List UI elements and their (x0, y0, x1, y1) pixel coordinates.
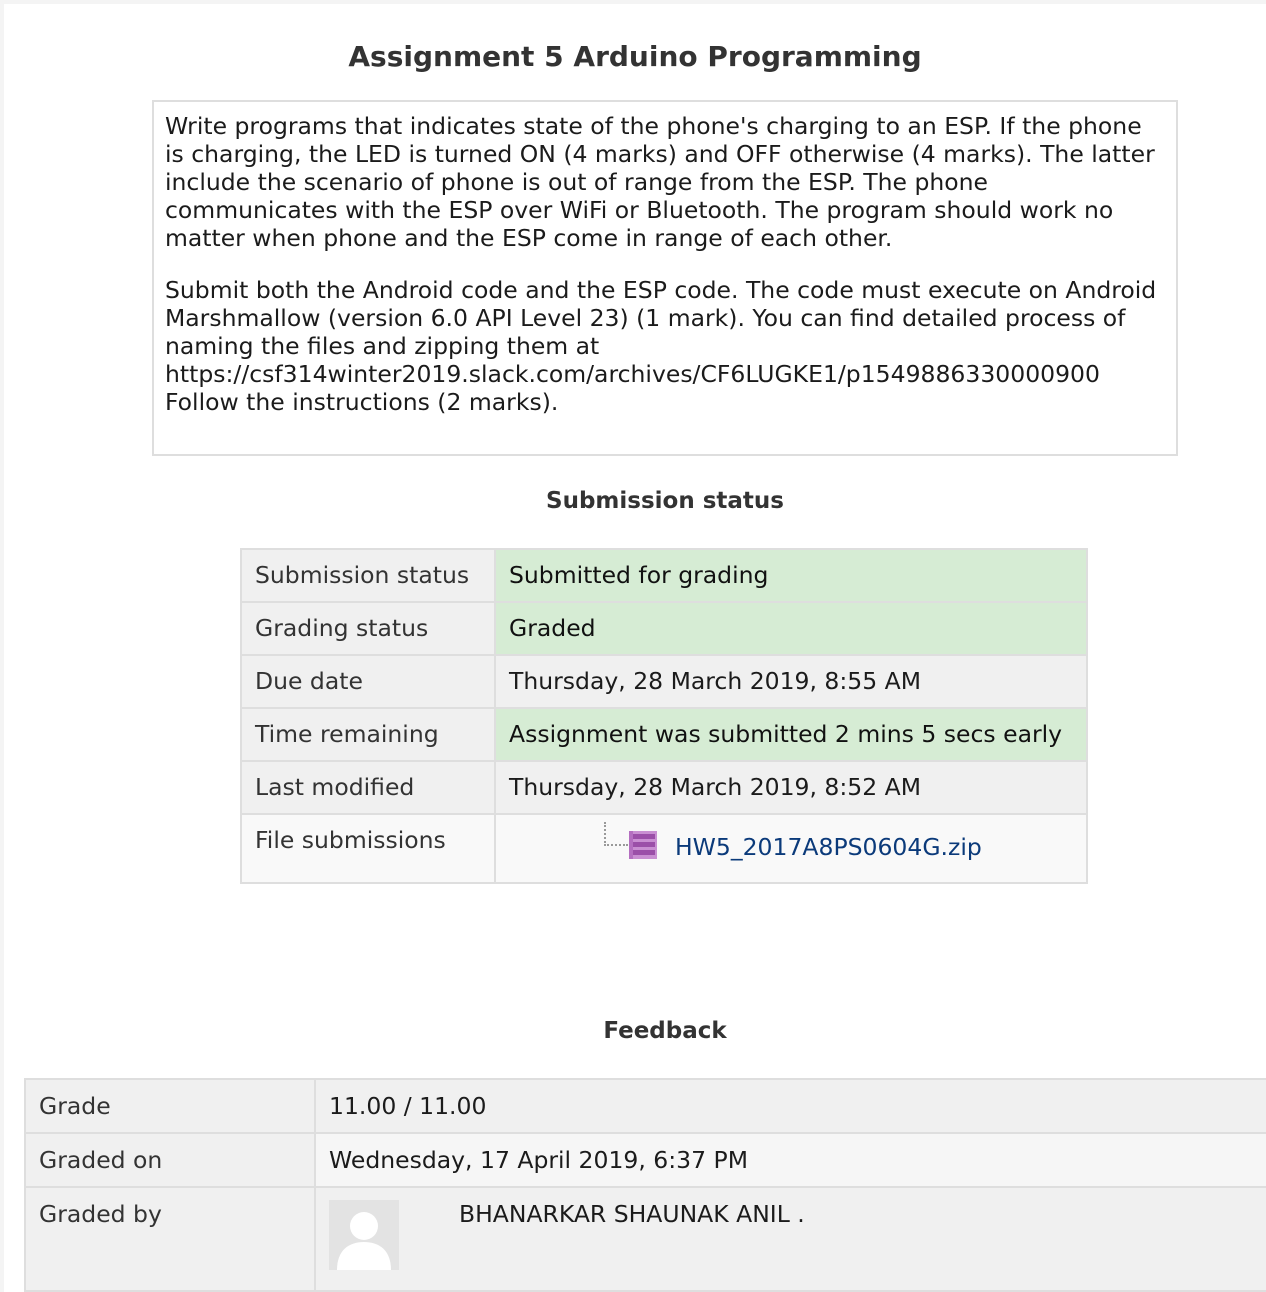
assignment-page: Assignment 5 Arduino Programming Write p… (4, 4, 1266, 1292)
row-label: Last modified (240, 760, 496, 815)
submitted-file-link[interactable]: HW5_2017A8PS0604G.zip (675, 833, 982, 861)
table-row: File submissions HW5_2017A8PS0604G.zip (240, 813, 1088, 884)
table-row: Graded by BHANARKAR SHAUNAK ANIL . (24, 1186, 1266, 1292)
table-row: Graded on Wednesday, 17 April 2019, 6:37… (24, 1132, 1266, 1188)
avatar[interactable] (329, 1200, 399, 1270)
row-label: Grading status (240, 601, 496, 656)
table-row: Submission status Submitted for grading (240, 548, 1088, 603)
row-label: File submissions (240, 813, 496, 884)
table-row: Grading status Graded (240, 601, 1088, 656)
time-remaining-value: Assignment was submitted 2 mins 5 secs e… (494, 707, 1088, 762)
page-title: Assignment 5 Arduino Programming (348, 40, 922, 73)
grading-status-value: Graded (494, 601, 1088, 656)
submission-status-table: Submission status Submitted for grading … (240, 548, 1088, 884)
last-modified-value: Thursday, 28 March 2019, 8:52 AM (494, 760, 1088, 815)
feedback-table: Grade 11.00 / 11.00 Graded on Wednesday,… (24, 1078, 1266, 1292)
row-label: Graded on (24, 1132, 316, 1188)
table-row: Time remaining Assignment was submitted … (240, 707, 1088, 762)
description-paragraph: Submit both the Android code and the ESP… (165, 276, 1157, 416)
row-label: Grade (24, 1078, 316, 1134)
tree-connector (604, 822, 628, 846)
grade-value: 11.00 / 11.00 (314, 1078, 1266, 1134)
row-label: Time remaining (240, 707, 496, 762)
due-date-value: Thursday, 28 March 2019, 8:55 AM (494, 654, 1088, 709)
submission-status-heading: Submission status (546, 488, 784, 514)
graded-on-value: Wednesday, 17 April 2019, 6:37 PM (314, 1132, 1266, 1188)
table-row: Last modified Thursday, 28 March 2019, 8… (240, 760, 1088, 815)
feedback-heading: Feedback (603, 1018, 727, 1044)
table-row: Grade 11.00 / 11.00 (24, 1078, 1266, 1134)
graded-by-value: BHANARKAR SHAUNAK ANIL . (314, 1186, 1266, 1292)
table-row: Due date Thursday, 28 March 2019, 8:55 A… (240, 654, 1088, 709)
assignment-description: Write programs that indicates state of t… (152, 100, 1178, 456)
grader-name: BHANARKAR SHAUNAK ANIL . (459, 1200, 805, 1228)
row-label: Submission status (240, 548, 496, 603)
file-tree: HW5_2017A8PS0604G.zip (509, 822, 1073, 861)
zip-archive-icon (629, 831, 657, 859)
submission-status-value: Submitted for grading (494, 548, 1088, 603)
row-label: Graded by (24, 1186, 316, 1292)
user-silhouette-icon (329, 1200, 399, 1270)
description-paragraph: Write programs that indicates state of t… (165, 112, 1155, 252)
row-label: Due date (240, 654, 496, 709)
file-submissions-value: HW5_2017A8PS0604G.zip (494, 813, 1088, 884)
